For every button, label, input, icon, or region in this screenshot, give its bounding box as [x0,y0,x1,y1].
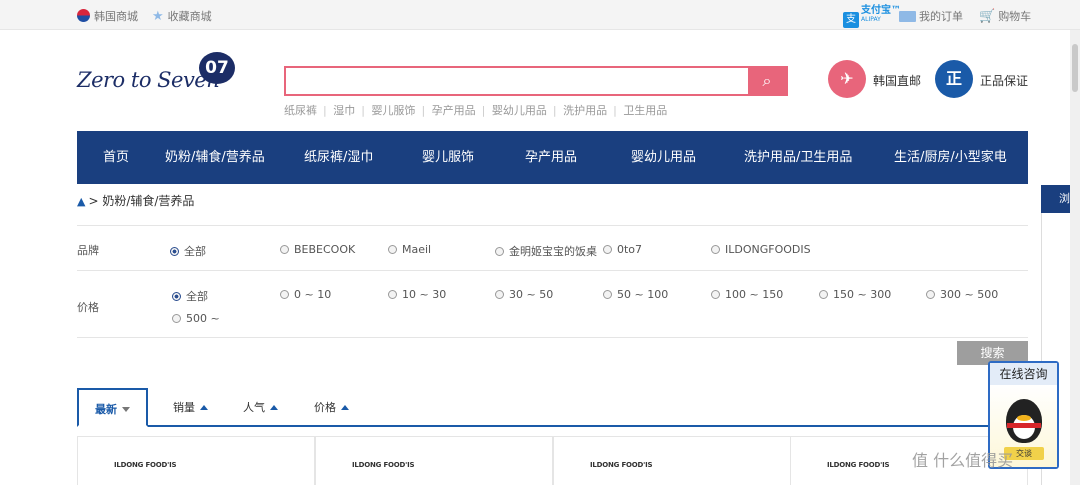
scrollbar[interactable] [1070,30,1080,485]
caret-up-icon [200,405,208,410]
nav-item-care[interactable]: 洗护用品/卫生用品 [744,131,852,184]
my-orders-link[interactable]: 我的订单 [899,8,963,24]
radio-icon [172,314,181,323]
search-icon: ⌕ [762,71,772,90]
sort-tab-newest[interactable]: 最新 [77,388,148,427]
radio-icon [280,290,289,299]
brand-option[interactable]: 全部 [170,243,206,259]
scrollbar-thumb[interactable] [1072,44,1078,92]
price-option[interactable]: 500 ~ [172,312,220,325]
nav-item-maternity[interactable]: 孕产用品 [525,131,577,184]
price-option[interactable]: 300 ~ 500 [926,288,998,301]
search-input[interactable] [286,68,750,94]
main-nav: 首页 奶粉/辅食/营养品 纸尿裤/湿巾 婴儿服饰 孕产用品 婴幼儿用品 洗护用品… [77,131,1028,184]
sort-tab-price[interactable]: 价格 [314,388,349,427]
search-box: ⌕ [284,66,788,96]
price-option[interactable]: 50 ~ 100 [603,288,668,301]
hot-keyword[interactable]: 纸尿裤 [284,104,317,117]
radio-selected-icon [170,247,179,256]
price-option[interactable]: 150 ~ 300 [819,288,891,301]
nav-item-diapers[interactable]: 纸尿裤/湿巾 [304,131,373,184]
genuine-icon: 正 [935,60,973,98]
alipay-logo: 支支付宝™ ALIPAY [843,6,901,28]
radio-selected-icon [172,292,181,301]
breadcrumb: ▲ > 奶粉/辅食/营养品 [77,194,195,208]
radio-icon [388,245,397,254]
nav-item-home[interactable]: 首页 [103,131,129,184]
brand-option[interactable]: 金明姬宝宝的饭桌 [495,243,597,259]
price-option[interactable]: 全部 [172,288,208,304]
sort-tab-sales[interactable]: 销量 [173,388,208,427]
cart-link[interactable]: 🛒 购物车 [979,8,1031,24]
product-brand-logo: ILDONG FOOD'IS [114,461,177,469]
sort-bar-line [77,425,1028,427]
price-label: 价格 [77,301,99,314]
hot-keyword[interactable]: 卫生用品 [623,104,667,117]
brand-option[interactable]: BEBECOOK [280,243,355,256]
brand-option[interactable]: Maeil [388,243,431,256]
radio-icon [711,290,720,299]
hot-keyword[interactable]: 婴儿服饰 [371,104,415,117]
radio-icon [388,290,397,299]
price-option[interactable]: 10 ~ 30 [388,288,446,301]
price-filter-row: 价格 全部 0 ~ 10 10 ~ 30 30 ~ 50 50 ~ 100 10… [77,270,1028,338]
search-button[interactable]: ⌕ [748,68,786,94]
sort-tab-popularity[interactable]: 人气 [243,388,278,427]
hot-keyword[interactable]: 孕产用品 [432,104,476,117]
radio-icon [495,247,504,256]
caret-down-icon [122,407,130,412]
hot-keyword[interactable]: 湿巾 [333,104,355,117]
watermark: 值 什么值得买 [912,451,1014,470]
price-option[interactable]: 100 ~ 150 [711,288,783,301]
radio-icon [603,245,612,254]
consult-title: 在线咨询 [990,363,1057,385]
brand-option[interactable]: 0to7 [603,243,642,256]
nav-item-baby-goods[interactable]: 婴幼儿用品 [631,131,696,184]
nav-item-clothing[interactable]: 婴儿服饰 [422,131,474,184]
radio-icon [280,245,289,254]
cart-icon: 🛒 [979,9,996,24]
hot-keyword[interactable]: 婴幼儿用品 [492,104,547,117]
brand-filter-row: 品牌 全部 BEBECOOK Maeil 金明姬宝宝的饭桌 0to7 ILDON… [77,225,1028,270]
truck-icon [899,11,916,22]
direct-mail-label: 韩国直邮 [873,74,922,88]
nav-item-home-appliances[interactable]: 生活/厨房/小型家电 [894,131,1007,184]
radio-icon [711,245,720,254]
product-card[interactable]: ILDONG FOOD'IS [77,436,315,485]
caret-up-icon [270,405,278,410]
site-logo[interactable]: Zero to Seven 07 [77,50,237,98]
nav-item-formula[interactable]: 奶粉/辅食/营养品 [165,131,265,184]
genuine-label: 正品保证 [980,74,1029,88]
caret-up-icon [341,405,349,410]
brand-label: 品牌 [77,244,99,257]
radio-icon [495,290,504,299]
hot-keywords: 纸尿裤 | 湿巾 | 婴儿服饰 | 孕产用品 | 婴幼儿用品 | 洗护用品 | 卫生用品 [284,104,668,117]
product-card[interactable]: ILDONG FOOD'IS [553,436,791,485]
brand-option[interactable]: ILDONGFOODIS [711,243,811,256]
korea-flag-icon [77,9,90,22]
price-option[interactable]: 0 ~ 10 [280,288,331,301]
favorite-mall-link[interactable]: ★ 收藏商城 [152,8,212,24]
korea-mall-link[interactable]: 韩国商城 [77,8,138,24]
radio-icon [819,290,828,299]
product-brand-logo: ILDONG FOOD'IS [827,461,890,469]
radio-icon [926,290,935,299]
top-bar: 韩国商城 ★ 收藏商城 支支付宝™ ALIPAY 我的订单 🛒 购物车 [0,0,1080,30]
star-icon: ★ [152,9,164,24]
alipay-icon: 支 [843,12,859,28]
home-icon[interactable]: ▲ [77,195,85,208]
product-brand-logo: ILDONG FOOD'IS [590,461,653,469]
airplane-icon: ✈ [828,60,866,98]
logo-mark: 07 [199,52,235,84]
hot-keyword[interactable]: 洗护用品 [563,104,607,117]
product-brand-logo: ILDONG FOOD'IS [352,461,415,469]
price-option[interactable]: 30 ~ 50 [495,288,553,301]
radio-icon [603,290,612,299]
product-card[interactable]: ILDONG FOOD'IS [315,436,553,485]
